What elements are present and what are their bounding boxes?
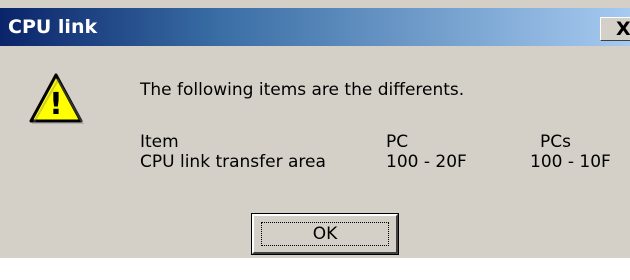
ok-button[interactable]: OK [251,213,399,255]
message-text: The following items are the differents. [140,80,465,100]
title-bar[interactable]: CPU link X [0,8,630,46]
cpu-link-dialog: CPU link X ! The following items are the… [0,0,630,258]
warning-icon: ! [29,73,84,124]
warning-symbol: ! [49,87,63,122]
row-pc-value: 100 - 20F [386,152,467,172]
close-button[interactable]: X [600,17,630,41]
close-icon: X [616,18,630,40]
row-pcs-value: 100 - 10F [530,152,611,172]
header-pcs: PCs [540,132,571,152]
header-item: Item [140,132,179,152]
ok-button-label: OK [261,222,389,246]
row-item-name: CPU link transfer area [140,152,326,172]
header-pc: PC [386,132,409,152]
window-title: CPU link [8,16,98,38]
